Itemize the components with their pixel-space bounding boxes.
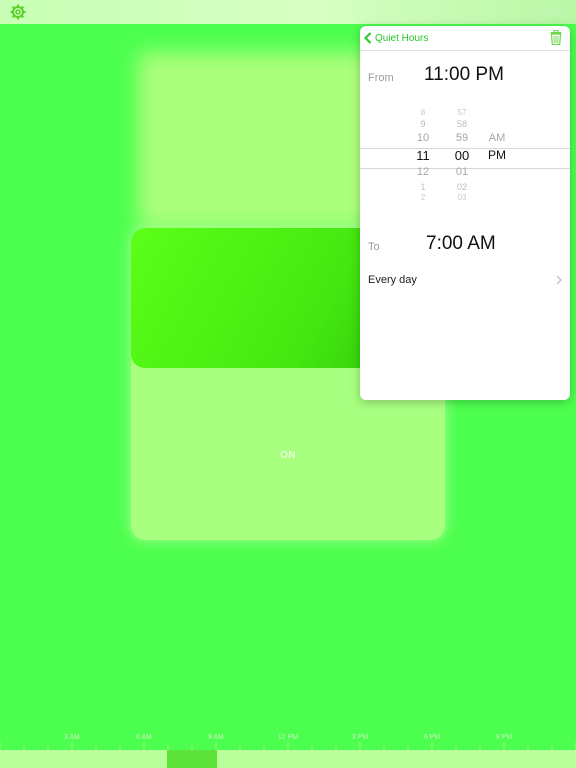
timeline-label: 3 PM	[351, 734, 369, 741]
picker-hour: 9	[420, 119, 426, 129]
picker-minute: 03	[457, 193, 467, 202]
picker-minute: 01	[455, 166, 469, 178]
timeline-label: 9 AM	[208, 734, 224, 741]
timeline-track[interactable]	[0, 750, 576, 768]
from-label: From	[368, 72, 394, 84]
timeline-label: 6 AM	[136, 734, 152, 741]
timeline-label: 6 PM	[423, 734, 441, 741]
from-time-value[interactable]: 11:00 PM	[424, 64, 504, 86]
picker-hour: 8	[420, 108, 426, 117]
popover-header: Quiet Hours	[360, 26, 570, 51]
chevron-left-icon	[364, 32, 372, 44]
timeline-current-marker[interactable]	[167, 750, 217, 768]
picker-minute: 57	[457, 108, 467, 117]
picker-hour: 10	[416, 132, 430, 144]
to-label: To	[368, 241, 380, 253]
back-button[interactable]: Quiet Hours	[364, 30, 428, 46]
timeline[interactable]: 3 AM 6 AM 9 AM 12 PM 3 PM 6 PM 9 PM	[0, 728, 576, 768]
picker-minute: 02	[456, 182, 467, 192]
timeline-label: 3 AM	[64, 734, 80, 741]
light-glow	[138, 52, 378, 228]
picker-hour: 1	[420, 182, 426, 192]
to-time-value[interactable]: 7:00 AM	[426, 233, 496, 255]
picker-period: AM	[488, 132, 506, 144]
gear-icon[interactable]	[10, 4, 26, 20]
picker-minute-column[interactable]: 57 58 59 00 01 02 03	[447, 108, 477, 203]
picker-minute: 59	[455, 132, 469, 144]
picker-hour-selected: 11	[416, 148, 430, 163]
time-picker[interactable]: 8 9 10 11 12 1 2 57 58 59 00 01 02 03 AM…	[360, 108, 570, 208]
repeat-row[interactable]: Every day	[360, 270, 570, 290]
picker-minute-selected: 00	[454, 148, 470, 163]
picker-minute: 58	[456, 119, 467, 129]
picker-period-selected: PM	[488, 148, 506, 162]
back-button-label: Quiet Hours	[375, 32, 429, 44]
quiet-hours-popover: Quiet Hours From 11:00 PM 8 9 10 11 12 1…	[360, 26, 570, 400]
quiet-button[interactable]: Quiet	[540, 6, 564, 17]
timeline-label: 9 PM	[495, 734, 513, 741]
timeline-ticks	[0, 742, 576, 750]
top-bar: Quiet	[0, 0, 576, 24]
picker-hour: 2	[420, 193, 426, 202]
timeline-label: 12 PM	[277, 734, 299, 741]
picker-period-column[interactable]: AM PM	[482, 130, 512, 164]
trash-icon[interactable]	[550, 30, 562, 45]
repeat-label: Every day	[368, 274, 417, 286]
status-label: ON	[280, 450, 296, 461]
picker-hour: 12	[416, 166, 430, 178]
picker-hour-column[interactable]: 8 9 10 11 12 1 2	[408, 108, 438, 203]
chevron-right-icon	[556, 275, 562, 285]
